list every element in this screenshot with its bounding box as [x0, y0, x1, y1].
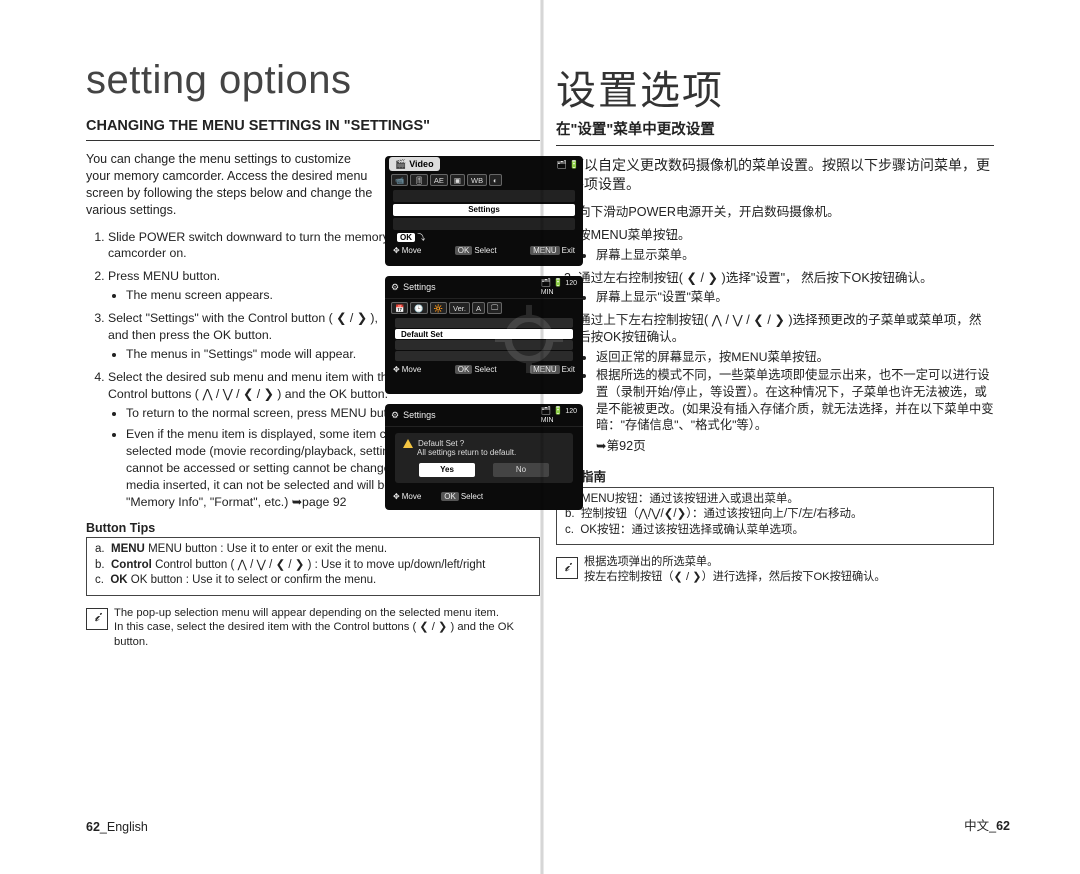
chip-icon: ▣ — [450, 174, 465, 186]
lcd1-row-settings: Settings — [393, 204, 575, 216]
lcd1-status-icons: 🗂 🔋 — [557, 160, 579, 169]
step-4b3-zh: ➥第92页 — [578, 438, 994, 455]
steps-zh: 向下滑动POWER电源开关，开启数码摄像机。 按MENU菜单按钮。 屏幕上显示菜… — [556, 204, 994, 456]
lcd3-yes-button: Yes — [419, 463, 475, 477]
note-line1-en: The pop-up selection menu will appear de… — [114, 606, 540, 621]
step-4b1-zh: 返回正常的屏幕显示，按MENU菜单按钮。 — [596, 349, 994, 366]
lcd1-pill: 🎬 Video — [389, 157, 440, 171]
step-3a-en: The menus in "Settings" mode will appear… — [126, 346, 400, 363]
tips-a-zh: MENU按钮：通过该按钮进入或退出菜单。 — [581, 493, 799, 505]
chip-icon: WB — [467, 174, 487, 186]
tips-a-en: MENU button : Use it to enter or exit th… — [148, 543, 387, 555]
lcd1-ok: OK ⤵ — [385, 232, 583, 243]
button-tips-box-en: a. MENU MENU button : Use it to enter or… — [86, 537, 540, 596]
step-2-en: Press MENU button. The menu screen appea… — [108, 268, 400, 304]
lcd3-gear-icon: ⚙ — [391, 410, 399, 421]
section-header-zh: 在"设置"菜单中更改设置 — [556, 118, 994, 146]
lcd3-footer: ✥ Move OK Select — [385, 489, 583, 504]
step-4-zh: 通过上下左右控制按钮( ⋀ / ⋁ / ❮ / ❯ )选择预更改的子菜单或菜单项… — [578, 312, 994, 456]
button-tips-box-zh: a. MENU按钮：通过该按钮进入或退出菜单。 b. 控制按钮（⋀/⋁/❮/❯）… — [556, 487, 994, 546]
step-3-zh: 通过左右控制按钮( ❮ / ❯ )选择"设置"， 然后按下OK按钮确认。 屏幕上… — [578, 270, 994, 306]
page-title-zh: 设置选项 — [556, 58, 724, 116]
lcd2-footer: ✥ Move OK Select MENU Exit — [385, 362, 583, 377]
step-3a-zh: 屏幕上显示"设置"菜单。 — [596, 289, 994, 306]
note-icon: 𝓲 — [556, 557, 578, 579]
lcd2-row-default-set: Default Set — [395, 329, 573, 339]
lcd3-q: Default Set ? — [418, 439, 464, 448]
lcd2-gear-icon: ⚙ — [391, 282, 399, 293]
lcd-screen-settings: ⚙ Settings 🗂 🔋 120MIN 📅 🕒 🔆 Ver. A 🖵 Def… — [385, 276, 583, 394]
lcd3-status-icons: 🗂 🔋 120MIN — [541, 406, 577, 424]
page-number-right: 中文_62 — [964, 815, 1010, 834]
title-en-text: setting options — [86, 58, 351, 102]
tips-b-zh: 控制按钮（⋀/⋁/❮/❯）：通过该按钮向上/下/左/右移动。 — [581, 508, 863, 520]
note-line2-zh: 按左右控制按钮（❮ / ❯）进行选择，然后按下OK按钮确认。 — [584, 570, 994, 585]
lcd2-title: Settings — [403, 282, 436, 292]
tips-c-en: OK button : Use it to select or confirm … — [131, 574, 376, 586]
chip-icon: AE — [430, 174, 448, 186]
step-4b1-en: To return to the normal screen, press ME… — [126, 405, 418, 422]
intro-en: You can change the menu settings to cust… — [86, 151, 376, 219]
tips-b-en: Control button ( ⋀ / ⋁ / ❮ / ❯ ) : Use i… — [155, 559, 485, 571]
step-3-en: Select "Settings" with the Control butto… — [108, 310, 400, 363]
step-1-en: Slide POWER switch downward to turn the … — [108, 229, 400, 263]
page-number-left: 62_English — [86, 820, 148, 834]
step-2-zh: 按MENU菜单按钮。 屏幕上显示菜单。 — [578, 227, 994, 263]
popup-note-en: 𝓲 The pop-up selection menu will appear … — [86, 606, 540, 650]
lcd3-sub: All settings return to default. — [403, 448, 565, 457]
lcd-screen-confirm: ⚙ Settings 🗂 🔋 120MIN Default Set ? All … — [385, 404, 583, 510]
step-1-zh: 向下滑动POWER电源开关，开启数码摄像机。 — [578, 204, 994, 221]
note-line2-en: In this case, select the desired item wi… — [114, 620, 540, 649]
lcd2-row — [395, 318, 573, 328]
lcd2-row — [395, 340, 573, 350]
page-title-en: setting options — [86, 58, 1010, 103]
chip-icon: 🕒 — [410, 302, 427, 314]
lcd1-row — [393, 218, 575, 230]
lcd1-row — [393, 190, 575, 202]
manual-page: setting options 设置选项 CHANGING THE MENU S… — [0, 0, 1080, 874]
chip-icon: 🖵 — [487, 302, 502, 314]
lcd2-row — [395, 351, 573, 361]
chip-icon: 🔆 — [430, 302, 447, 314]
chip-icon: 📅 — [391, 302, 408, 314]
chip-icon: 🎚 — [410, 174, 428, 186]
note-icon: 𝓲 — [86, 608, 108, 630]
chip-ver: Ver. — [449, 302, 470, 314]
lcd3-no-button: No — [493, 463, 549, 477]
intro-zh: 您可以自定义更改数码摄像机的菜单设置。按照以下步骤访问菜单，更改各项设置。 — [556, 156, 994, 194]
lcd2-status-icons: 🗂 🔋 120MIN — [541, 278, 577, 296]
note-line1-zh: 根据选项弹出的所选菜单。 — [584, 555, 994, 570]
chip-icon: 📹 — [391, 174, 408, 186]
step-2a-zh: 屏幕上显示菜单。 — [596, 247, 994, 264]
lcd3-title: Settings — [403, 410, 436, 420]
tips-c-zh: OK按钮：通过该按钮选择或确认菜单选项。 — [580, 524, 804, 536]
step-2a-en: The menu screen appears. — [126, 287, 400, 304]
column-chinese: 在"设置"菜单中更改设置 您可以自定义更改数码摄像机的菜单设置。按照以下步骤访问… — [556, 118, 994, 584]
lcd1-footer: ✥ Move OK Select MENU Exit — [385, 243, 583, 258]
chip-icon: ◐ — [489, 174, 502, 186]
lcd3-warning-box: Default Set ? All settings return to def… — [395, 433, 573, 483]
lcd-screen-video: 🎬 Video 🗂 🔋 📹 🎚 AE ▣ WB ◐ Settings OK ⤵ … — [385, 156, 583, 266]
step-4b2-zh: 根据所选的模式不同，一些菜单选项即使显示出来，也不一定可以进行设置（录制开始/停… — [596, 367, 994, 435]
warning-icon — [403, 439, 413, 448]
lcd-screenshots: 🎬 Video 🗂 🔋 📹 🎚 AE ▣ WB ◐ Settings OK ⤵ … — [385, 156, 583, 520]
button-tips-hdr-zh: 按钮指南 — [556, 466, 994, 485]
chip-a: A — [472, 302, 485, 314]
button-tips-hdr-en: Button Tips — [86, 521, 540, 535]
section-header-en: CHANGING THE MENU SETTINGS IN "SETTINGS" — [86, 118, 540, 141]
popup-note-zh: 𝓲 根据选项弹出的所选菜单。 按左右控制按钮（❮ / ❯）进行选择，然后按下OK… — [556, 555, 994, 584]
